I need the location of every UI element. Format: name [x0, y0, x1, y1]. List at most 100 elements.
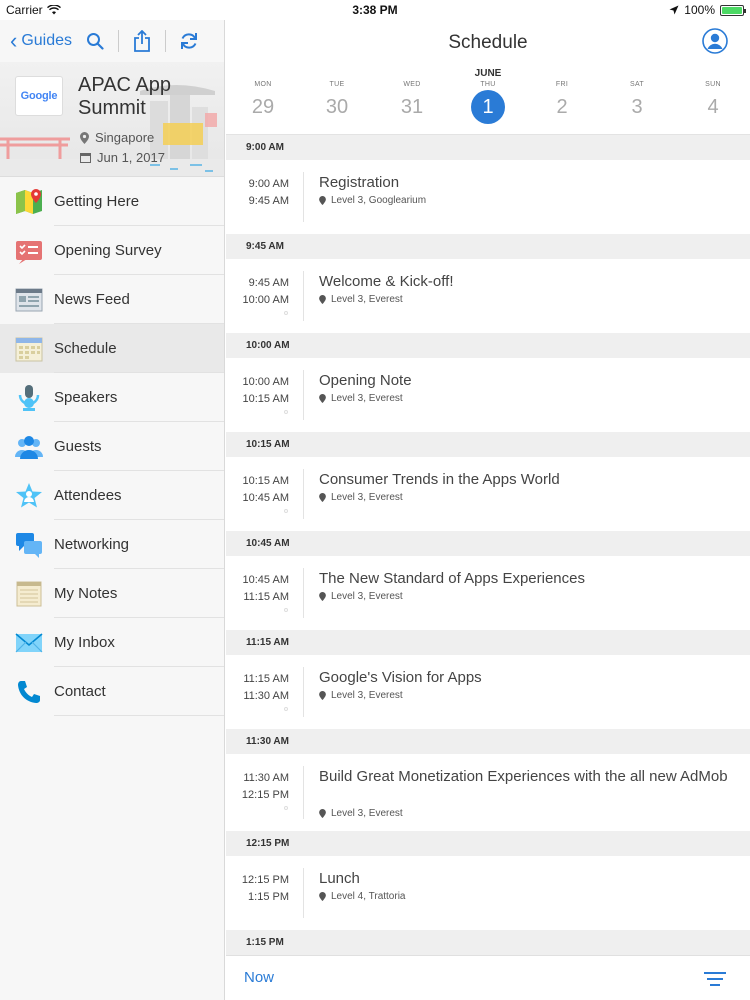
- sidebar-item-label: Schedule: [54, 340, 117, 357]
- session-start: 11:15 AM: [243, 673, 289, 685]
- day-number: 3: [631, 96, 643, 118]
- status-dot: [284, 509, 288, 513]
- session-title: Registration: [319, 174, 400, 191]
- divider: [303, 172, 304, 222]
- time-section-header: 10:00 AM: [226, 333, 750, 358]
- sidebar-item-opening-survey[interactable]: Opening Survey: [0, 226, 224, 275]
- session-location: Level 3, Everest: [319, 690, 403, 701]
- session-location-text: Level 3, Googlearium: [331, 195, 427, 206]
- guide-date: Jun 1, 2017: [80, 150, 165, 165]
- day-of-week: SUN: [705, 81, 721, 88]
- session-row[interactable]: 10:00 AM 10:15 AM Opening Note Level 3, E…: [226, 358, 750, 432]
- day-tue[interactable]: TUE 30: [317, 81, 357, 124]
- session-times: 12:15 PM 1:15 PM: [226, 872, 289, 906]
- session-start: 10:45 AM: [242, 574, 289, 586]
- page-title: Schedule: [448, 32, 528, 53]
- guide-card[interactable]: Google APAC App Summit Singapore Jun 1, …: [0, 62, 224, 177]
- guide-location: Singapore: [80, 130, 154, 145]
- sidebar-item-attendees[interactable]: Attendees: [0, 471, 224, 520]
- envelope-icon: [14, 628, 44, 658]
- calendar-icon: [14, 334, 44, 364]
- sidebar-item-label: News Feed: [54, 291, 130, 308]
- session-location: Level 3, Everest: [319, 808, 403, 819]
- location-arrow-icon: [669, 5, 679, 15]
- sidebar-item-speakers[interactable]: Speakers: [0, 373, 224, 422]
- guides-back-button[interactable]: ‹ Guides: [10, 30, 72, 52]
- sidebar-item-label: My Notes: [54, 585, 118, 602]
- session-times: 11:15 AM 11:30 AM: [226, 671, 289, 705]
- status-dot: [284, 311, 288, 315]
- session-end: 10:00 AM: [242, 294, 289, 306]
- session-end: 12:15 PM: [241, 789, 289, 801]
- session-location: Level 3, Everest: [319, 393, 403, 404]
- session-row[interactable]: 12:15 PM 1:15 PM Lunch Level 4, Trattoria: [226, 856, 750, 930]
- session-row[interactable]: 10:45 AM 11:15 AM The New Standard of App…: [226, 556, 750, 630]
- day-mon[interactable]: MON 29: [243, 81, 283, 124]
- guide-date-text: Jun 1, 2017: [97, 150, 165, 165]
- sidebar-item-my-inbox[interactable]: My Inbox: [0, 618, 224, 667]
- day-number: 29: [251, 96, 275, 118]
- day-number: 30: [325, 96, 349, 118]
- day-sat[interactable]: SAT 3: [617, 81, 657, 124]
- divider: [303, 667, 304, 717]
- session-start: 10:15 AM: [242, 475, 289, 487]
- day-sun[interactable]: SUN 4: [693, 81, 733, 124]
- session-end: 9:45 AM: [248, 195, 289, 207]
- sidebar-item-guests[interactable]: Guests: [0, 422, 224, 471]
- session-location-text: Level 3, Everest: [331, 591, 403, 602]
- sidebar-item-getting-here[interactable]: Getting Here: [0, 177, 224, 226]
- search-icon: [87, 33, 104, 50]
- session-location: Level 4, Trattoria: [319, 891, 405, 902]
- day-of-week: TUE: [329, 81, 345, 88]
- session-location-text: Level 3, Everest: [331, 294, 403, 305]
- sidebar-item-networking[interactable]: Networking: [0, 520, 224, 569]
- now-button[interactable]: Now: [244, 969, 274, 986]
- toolbar-divider: [165, 30, 167, 52]
- divider: [303, 568, 304, 618]
- day-thu[interactable]: THU 1: [468, 81, 508, 124]
- chat-bubbles-icon: [14, 530, 44, 560]
- session-row[interactable]: 9:45 AM 10:00 AM Welcome & Kick-off! Leve…: [226, 259, 750, 333]
- session-location: Level 3, Everest: [319, 492, 403, 503]
- sidebar-item-contact[interactable]: Contact: [0, 667, 224, 716]
- map-pin-icon: [319, 892, 326, 901]
- user-profile-icon: [702, 28, 728, 54]
- time-section-header: 9:45 AM: [226, 234, 750, 259]
- session-end: 10:45 AM: [242, 492, 289, 504]
- filter-icon[interactable]: [704, 970, 726, 988]
- session-title: Google's Vision for Apps: [319, 669, 482, 686]
- session-row[interactable]: 11:30 AM 12:15 PM Build Great Monetizatio…: [226, 754, 750, 831]
- session-end: 11:30 AM: [243, 690, 289, 702]
- session-title: The New Standard of Apps Experiences: [319, 570, 585, 587]
- schedule-list[interactable]: 9:00 AM 9:00 AM 9:45 AM Registration Leve…: [226, 135, 750, 955]
- day-fri[interactable]: FRI 2: [542, 81, 582, 124]
- time-section-header: 9:00 AM: [226, 135, 750, 160]
- day-wed[interactable]: WED 31: [392, 81, 432, 124]
- sidebar-item-schedule[interactable]: Schedule: [0, 324, 224, 373]
- sidebar-item-my-notes[interactable]: My Notes: [0, 569, 224, 618]
- session-row[interactable]: 10:15 AM 10:45 AM Consumer Trends in the …: [226, 457, 750, 531]
- time-section-header: 10:45 AM: [226, 531, 750, 556]
- time-section-header: 11:30 AM: [226, 729, 750, 754]
- star-person-icon: [14, 481, 44, 511]
- refresh-button[interactable]: [174, 26, 204, 56]
- search-button[interactable]: [80, 26, 110, 56]
- sidebar-item-label: Contact: [54, 683, 106, 700]
- sidebar-item-news-feed[interactable]: News Feed: [0, 275, 224, 324]
- session-row[interactable]: 11:15 AM 11:30 AM Google's Vision for App…: [226, 655, 750, 729]
- day-number: 31: [400, 96, 424, 118]
- chevron-left-icon: ‹: [10, 28, 18, 53]
- session-title: Opening Note: [319, 372, 412, 389]
- map-icon: [14, 187, 44, 217]
- profile-button[interactable]: [702, 28, 728, 54]
- map-pin-icon: [80, 131, 89, 144]
- schedule-header: Schedule: [226, 20, 750, 65]
- map-pin-icon: [319, 295, 326, 304]
- share-button[interactable]: [127, 26, 157, 56]
- session-row[interactable]: 9:00 AM 9:45 AM Registration Level 3, Goo…: [226, 160, 750, 234]
- day-of-week: MON: [254, 81, 272, 88]
- phone-icon: [14, 677, 44, 707]
- day-number: 4: [707, 96, 719, 118]
- calendar-small-icon: [80, 153, 91, 163]
- session-times: 10:00 AM 10:15 AM: [226, 374, 289, 408]
